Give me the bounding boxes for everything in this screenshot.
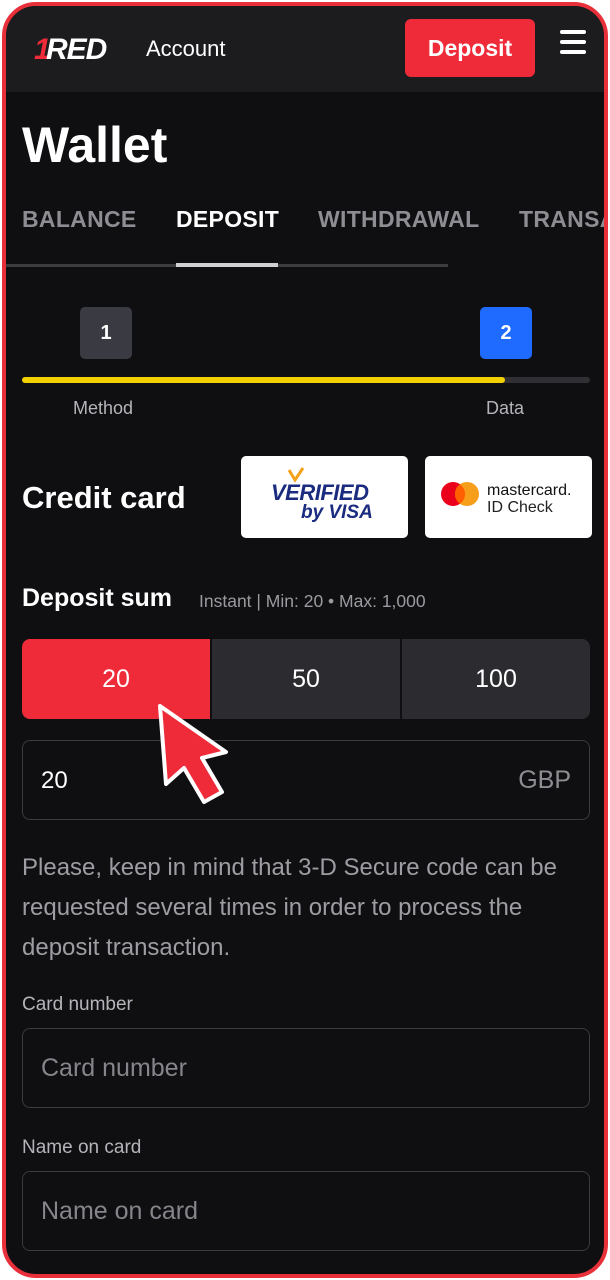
mastercard-circles-icon bbox=[441, 482, 479, 506]
amount-option-50[interactable]: 50 bbox=[210, 639, 400, 719]
hamburger-menu-icon[interactable] bbox=[560, 30, 586, 54]
step-2-badge: 2 bbox=[480, 307, 532, 359]
card-number-label: Card number bbox=[22, 994, 133, 1015]
tab-transactions[interactable]: TRANSA bbox=[519, 206, 604, 233]
step-progress-track bbox=[22, 377, 590, 383]
header-deposit-button[interactable]: Deposit bbox=[405, 19, 535, 77]
step-1-badge[interactable]: 1 bbox=[80, 307, 132, 359]
page-title: Wallet bbox=[22, 117, 168, 173]
deposit-amount-value[interactable]: 20 bbox=[41, 767, 68, 795]
payment-method-title: Credit card bbox=[22, 480, 186, 515]
currency-label: GBP bbox=[518, 766, 571, 794]
tab-deposit[interactable]: DEPOSIT bbox=[176, 206, 279, 233]
account-link[interactable]: Account bbox=[146, 36, 226, 62]
name-on-card-label: Name on card bbox=[22, 1137, 142, 1158]
card-number-field[interactable] bbox=[22, 1028, 590, 1108]
visa-logo-line2: by VISA bbox=[301, 502, 373, 523]
deposit-limits-info: Instant | Min: 20 • Max: 1,000 bbox=[199, 591, 426, 611]
name-on-card-field[interactable] bbox=[22, 1171, 590, 1251]
phone-frame: 1 RED Account Deposit Wallet BALANCE DEP… bbox=[2, 2, 608, 1278]
active-tab-indicator bbox=[176, 263, 278, 267]
svg-text:RED: RED bbox=[46, 33, 107, 66]
pointer-cursor-icon bbox=[158, 704, 228, 804]
step-2-label: Data bbox=[486, 398, 525, 418]
step-1-label: Method bbox=[73, 398, 134, 418]
top-header: 1 RED Account Deposit bbox=[6, 6, 604, 92]
amount-options: 20 50 100 bbox=[22, 639, 590, 719]
tab-withdrawal[interactable]: WITHDRAWAL bbox=[318, 206, 479, 233]
deposit-sum-title: Deposit sum bbox=[22, 584, 173, 612]
mastercard-logo-line1: mastercard. bbox=[487, 482, 572, 499]
brand-logo[interactable]: 1 RED bbox=[32, 28, 112, 68]
mastercard-logo-line2: ID Check bbox=[487, 499, 553, 516]
deposit-amount-input[interactable]: 20 GBP bbox=[22, 740, 590, 820]
amount-option-100[interactable]: 100 bbox=[400, 639, 590, 719]
verified-by-visa-logo: VERIFIED by VISA bbox=[241, 456, 408, 538]
step-progress-fill bbox=[22, 377, 505, 383]
tab-balance[interactable]: BALANCE bbox=[22, 206, 137, 233]
mastercard-id-check-logo: mastercard. ID Check bbox=[425, 456, 592, 538]
3ds-notice: Please, keep in mind that 3-D Secure cod… bbox=[22, 854, 557, 961]
